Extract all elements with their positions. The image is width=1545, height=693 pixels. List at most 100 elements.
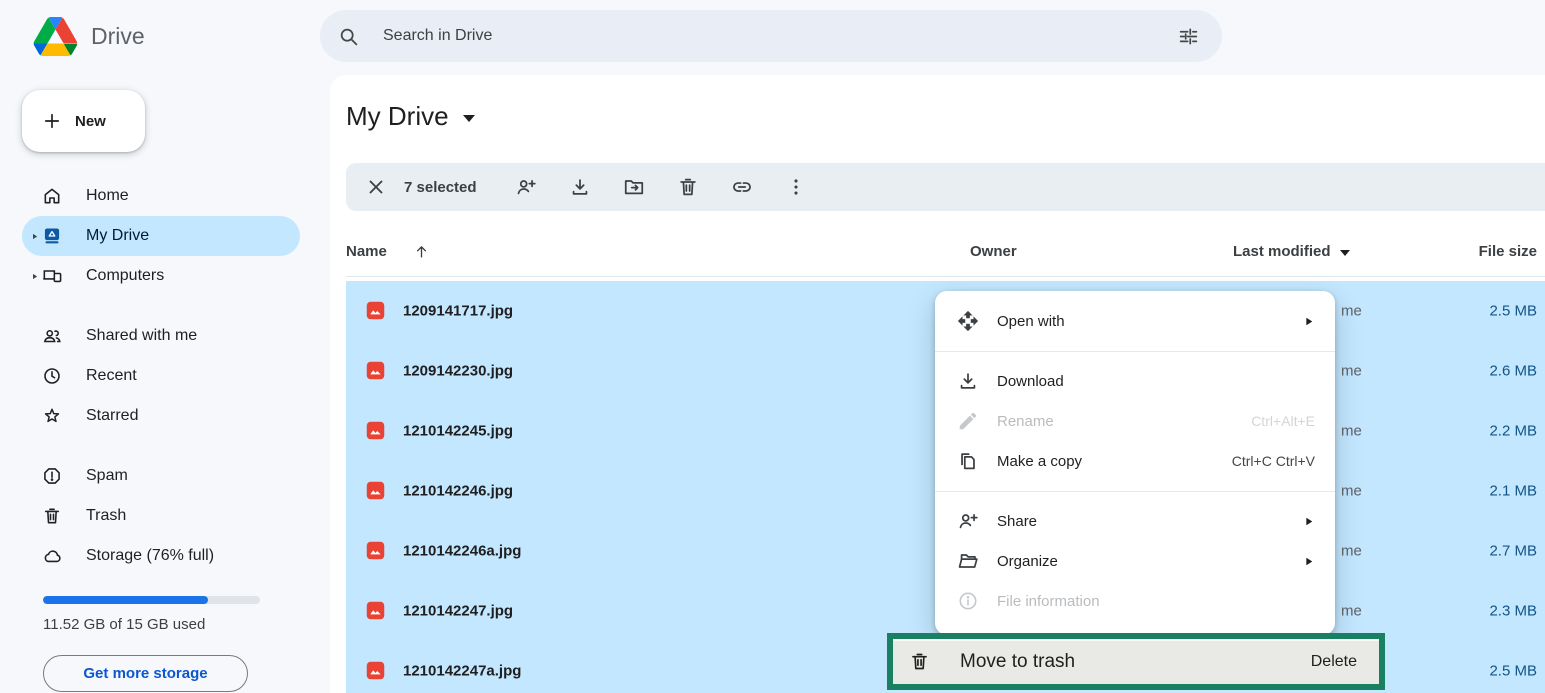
file-size: 2.2 MB [1489,423,1537,440]
storage-usage-text: 11.52 GB of 15 GB used [43,616,330,633]
file-name: 1210142246.jpg [403,483,513,500]
search-bar[interactable] [320,10,1222,62]
cloud-icon [42,546,62,566]
clock-icon [42,366,62,386]
file-size: 2.7 MB [1489,543,1537,560]
move-to-trash-button[interactable] [661,167,715,207]
home-icon [42,186,62,206]
file-owner: me [1341,303,1362,320]
folder-move-icon [623,176,645,198]
open-with-icon [957,310,979,332]
file-size: 2.5 MB [1489,303,1537,320]
sidebar-item-spam[interactable]: Spam [22,456,300,496]
expand-arrow-icon[interactable] [26,272,42,281]
menu-item-make-a-copy[interactable]: Make a copy Ctrl+C Ctrl+V [935,441,1335,481]
sidebar-item-storage-76-full[interactable]: Storage (76% full) [22,536,300,576]
file-size: 2.1 MB [1489,483,1537,500]
more-vert-icon [785,176,807,198]
more-options-button[interactable] [769,167,823,207]
drive-logo-icon [33,17,78,56]
file-owner: me [1341,543,1362,560]
menu-section: Share Organize File information [935,491,1335,621]
info-icon [957,590,979,612]
search-input[interactable] [381,26,1168,46]
menu-item-file-information: File information [935,581,1335,621]
mydrive-icon [42,226,62,246]
file-name: 1209141717.jpg [403,303,513,320]
get-more-storage-label: Get more storage [83,665,207,682]
sidebar-item-home[interactable]: Home [22,176,300,216]
image-file-icon [365,420,386,441]
context-menu: Open with Download Rename Ctrl+Alt+E Mak… [935,291,1335,635]
menu-item-organize[interactable]: Organize [935,541,1335,581]
sidebar-section: Spam Trash Storage (76% full) [22,456,330,576]
submenu-arrow-icon [1302,555,1315,568]
sidebar-item-starred[interactable]: Starred [22,396,300,436]
storage-progress-fill [43,596,208,604]
sidebar: Drive New Home My Drive Computers Shared… [0,0,330,693]
download-icon [957,370,979,392]
sidebar-item-recent[interactable]: Recent [22,356,300,396]
app-name: Drive [91,23,145,50]
sort-descending-icon [1340,250,1350,256]
file-name: 1210142247a.jpg [403,663,521,680]
file-size: 2.3 MB [1489,603,1537,620]
close-icon [365,176,387,198]
move-to-folder-button[interactable] [607,167,661,207]
menu-item-share[interactable]: Share [935,501,1335,541]
sidebar-nav: Home My Drive Computers Shared with me R… [0,176,330,576]
storage-progress-bar [43,596,260,604]
menu-item-move-to-trash[interactable]: Move to trash Delete [887,633,1385,690]
sort-ascending-icon [413,243,430,260]
submenu-arrow-icon [1302,515,1315,528]
folder-open-icon [957,550,979,572]
clear-selection-button[interactable] [356,167,396,207]
share-add-person-button[interactable] [499,167,553,207]
menu-item-download[interactable]: Download [935,361,1335,401]
computers-icon [42,266,62,286]
search-filters-button[interactable] [1168,16,1208,56]
menu-item-rename: Rename Ctrl+Alt+E [935,401,1335,441]
image-file-icon [365,360,386,381]
sidebar-item-shared-with-me[interactable]: Shared with me [22,316,300,356]
storage-block: 11.52 GB of 15 GB used Get more storage [0,596,330,692]
selection-toolbar: 7 selected [346,163,1545,211]
page-title-dropdown[interactable]: My Drive [346,101,475,132]
menu-item-open-with[interactable]: Open with [935,301,1335,341]
file-name: 1209142230.jpg [403,363,513,380]
sidebar-item-my-drive[interactable]: My Drive [22,216,300,256]
search-icon [338,26,359,47]
spam-icon [42,466,62,486]
trash-icon [42,506,62,526]
download-button[interactable] [553,167,607,207]
column-header-name[interactable]: Name [346,227,430,276]
people-icon [42,326,62,346]
sidebar-item-computers[interactable]: Computers [22,256,300,296]
new-button-label: New [75,113,106,130]
new-button[interactable]: New [22,90,145,152]
file-owner: me [1341,603,1362,620]
page-title: My Drive [346,101,449,132]
caret-down-icon [463,115,475,122]
get-more-storage-button[interactable]: Get more storage [43,655,248,692]
file-name: 1210142247.jpg [403,603,513,620]
sidebar-item-trash[interactable]: Trash [22,496,300,536]
file-name: 1210142246a.jpg [403,543,521,560]
image-file-icon [365,480,386,501]
download-icon [569,176,591,198]
drive-logo-row: Drive [0,0,330,58]
column-header-owner[interactable]: Owner [970,227,1017,276]
submenu-arrow-icon [1302,315,1315,328]
column-header-last-modified[interactable]: Last modified [1233,227,1350,276]
tune-icon [1178,26,1199,47]
file-owner: me [1341,423,1362,440]
trash-icon [677,176,699,198]
menu-section: Download Rename Ctrl+Alt+E Make a copy C… [935,351,1335,481]
expand-arrow-icon[interactable] [26,232,42,241]
rename-icon [957,410,979,432]
column-header-file-size[interactable]: File size [1479,227,1537,276]
link-icon [731,176,753,198]
image-file-icon [365,600,386,621]
image-file-icon [365,300,386,321]
copy-link-button[interactable] [715,167,769,207]
